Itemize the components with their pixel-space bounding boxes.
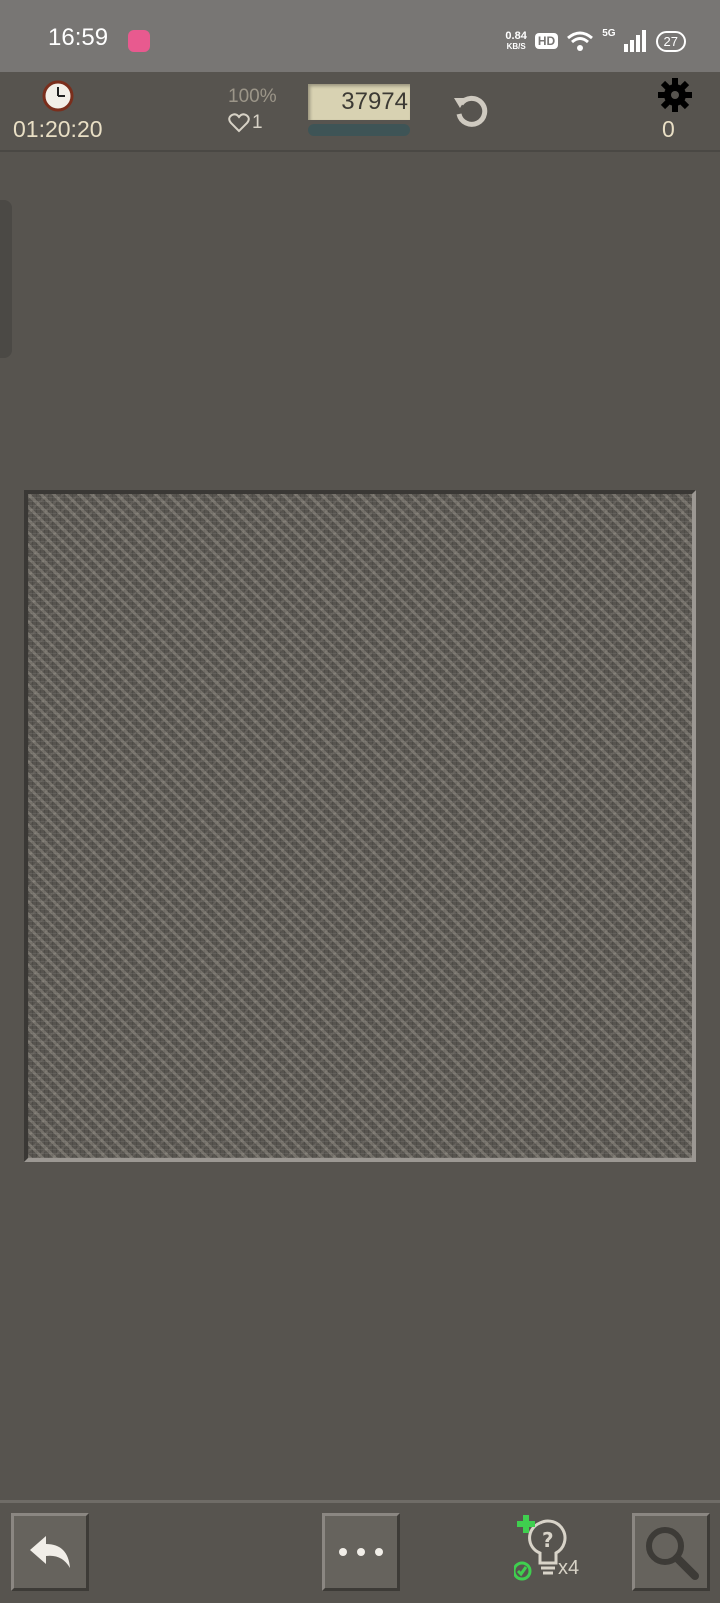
game-toolbar: 01:20:20 100% 1 37974 0	[0, 72, 720, 152]
status-time: 16:59	[48, 24, 109, 51]
score-display: 37974	[308, 84, 410, 120]
network-speed-unit: KB/S	[506, 42, 526, 51]
ellipsis-icon	[339, 1548, 383, 1556]
signal-icon	[623, 30, 646, 52]
network-type-label: 5G	[602, 27, 616, 39]
system-status-bar: 16:59 0.84 KB/S HD 5G 27	[0, 0, 720, 72]
score-progress-bar	[308, 124, 410, 136]
gear-icon[interactable]	[658, 78, 692, 112]
lives-counter: 1	[228, 112, 263, 134]
progress-percent: 100%	[228, 86, 277, 107]
clock-icon	[42, 80, 74, 112]
hd-badge: HD	[534, 33, 559, 49]
network-speed-value: 0.84	[505, 30, 527, 42]
search-button[interactable]	[632, 1513, 710, 1591]
app-notification-icon	[128, 30, 150, 52]
more-options-button[interactable]	[322, 1513, 400, 1591]
svg-text:?: ?	[542, 1528, 554, 1552]
lives-count: 1	[252, 112, 263, 133]
undo-button[interactable]	[11, 1513, 89, 1591]
weather-badge: 27	[655, 30, 686, 52]
hint-count: x4	[558, 1557, 580, 1579]
magnifier-icon	[646, 1527, 699, 1580]
undo-arrow-icon	[30, 1536, 70, 1568]
minefield-grid[interactable]	[28, 494, 692, 1158]
game-timer: 01:20:20	[13, 116, 103, 142]
wifi-icon	[567, 31, 594, 51]
hint-button[interactable]: ? x4	[512, 1513, 594, 1593]
heart-icon	[228, 113, 250, 133]
network-speed: 0.84 KB/S	[505, 30, 527, 52]
settings-count: 0	[662, 116, 675, 142]
game-board[interactable]	[24, 490, 696, 1162]
bottom-action-bar: ? x4	[0, 1500, 720, 1603]
side-drawer-handle[interactable]	[0, 200, 12, 358]
restart-icon[interactable]	[452, 92, 490, 130]
status-indicators: 0.84 KB/S HD 5G 27	[505, 26, 686, 56]
